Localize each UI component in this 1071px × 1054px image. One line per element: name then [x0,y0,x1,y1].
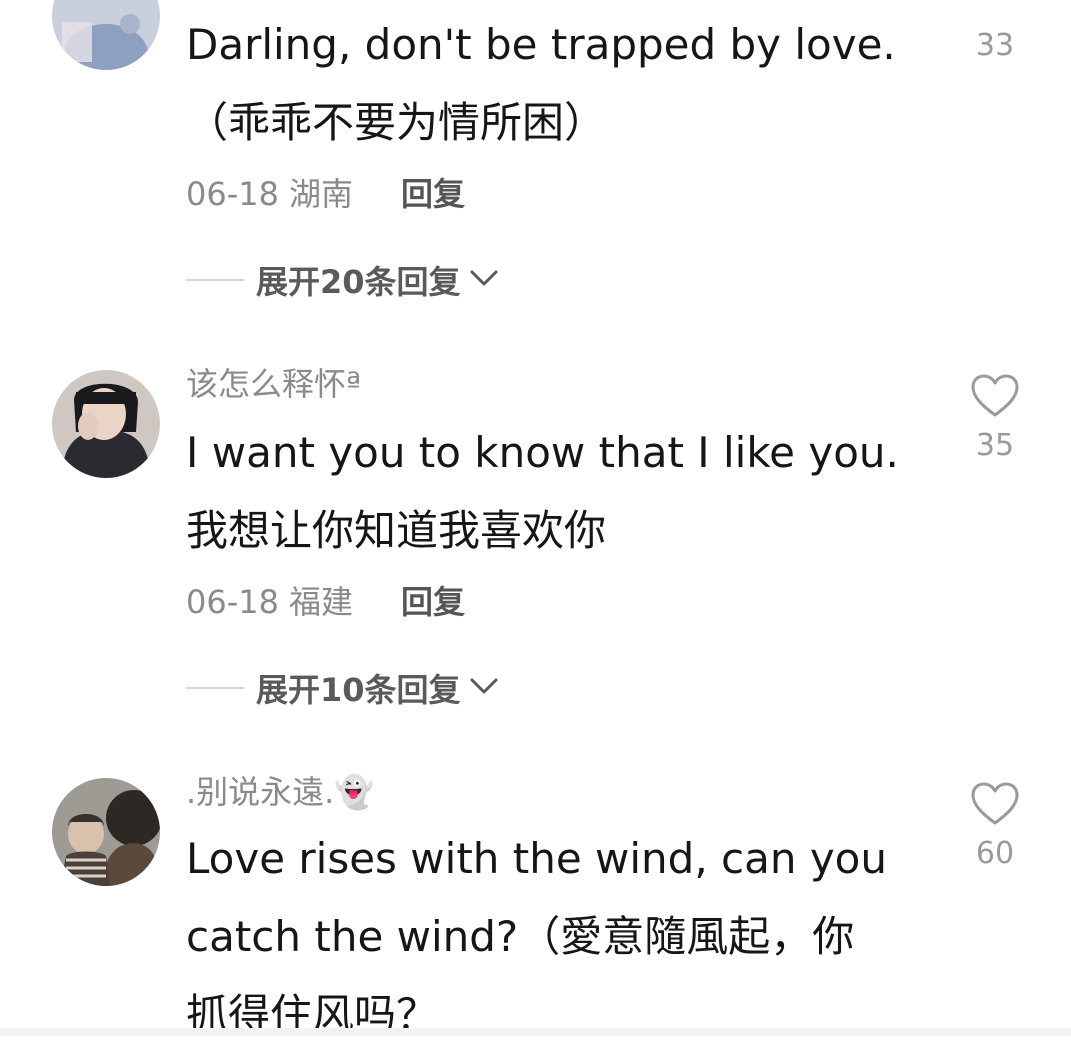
like-count: 33 [975,28,1015,63]
heart-outline-icon [968,782,1022,830]
comment-text: Darling, don't be trapped by love. （乖乖不要… [186,20,896,147]
chevron-down-icon [469,268,499,292]
avatar-image [52,778,160,886]
comment-text: I want you to know that I like you. 我想让你… [186,428,899,555]
reply-button[interactable]: 回复 [401,175,465,213]
comment-location: 湖南 [288,175,353,213]
divider [186,687,244,689]
like-count: 35 [975,428,1015,463]
comment-meta: 06-18 湖南 回复 [186,174,465,214]
expand-replies-label: 展开20条回复 [256,263,461,301]
comment-username[interactable]: .别说永遠.👻 [186,772,374,812]
comment-username[interactable]: 该怎么释怀ª [186,364,361,404]
bottom-edge [0,1028,1071,1036]
avatar[interactable] [52,370,160,478]
chevron-down-icon [469,676,499,700]
avatar-image [52,0,160,70]
expand-replies-button[interactable]: 展开20条回复 [186,260,499,301]
comment-text: Love rises with the wind, can you catch … [186,834,887,1039]
comment-meta: 06-18 福建 回复 [186,582,465,622]
expand-replies-button[interactable]: 展开10条回复 [186,668,499,709]
comment-location: 福建 [288,583,353,621]
avatar[interactable] [52,0,160,70]
divider [186,279,244,281]
like-control[interactable]: 33 [968,22,1022,64]
avatar-image [52,370,160,478]
like-control[interactable]: 35 [968,374,1022,464]
avatar[interactable] [52,778,160,886]
expand-replies-label: 展开10条回复 [256,671,461,709]
like-control[interactable]: 60 [968,782,1022,872]
heart-outline-icon [968,374,1022,422]
comment-date: 06-18 [186,583,279,621]
like-count: 60 [975,836,1015,871]
reply-button[interactable]: 回复 [401,583,465,621]
comment-date: 06-18 [186,175,279,213]
